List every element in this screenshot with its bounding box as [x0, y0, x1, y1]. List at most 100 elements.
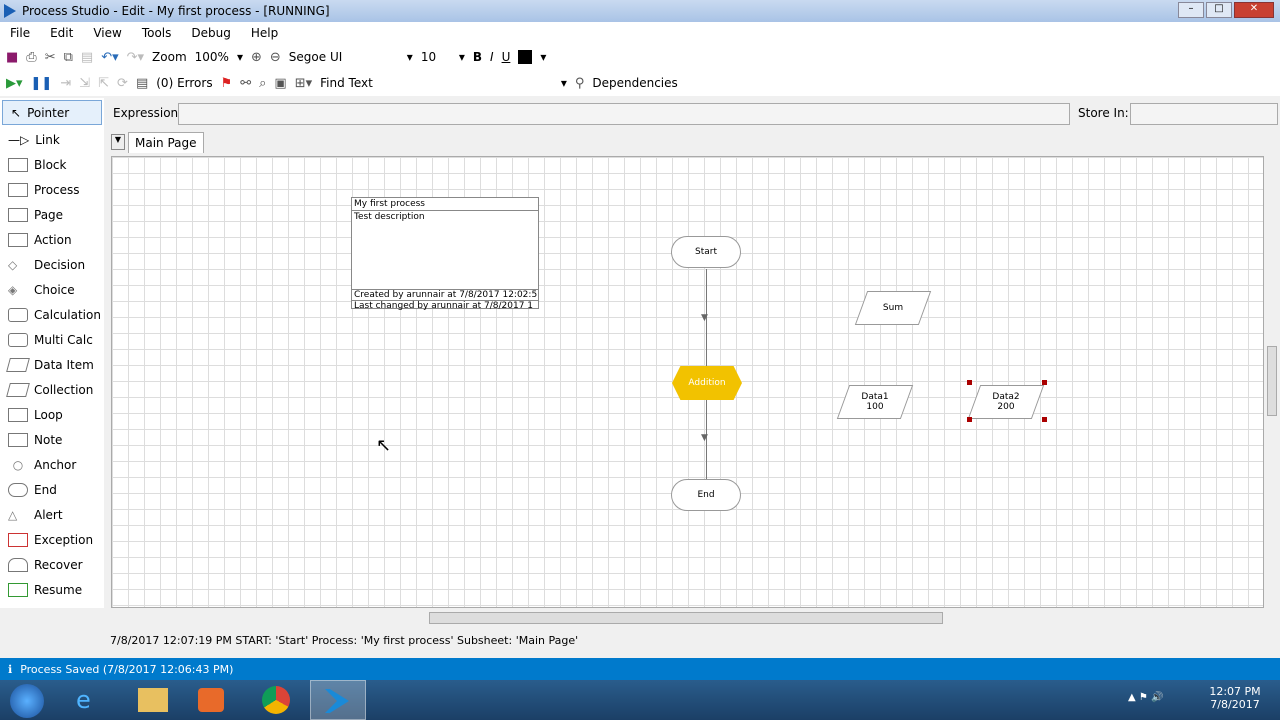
link-icon: —▷: [8, 132, 30, 147]
selection-handle[interactable]: [1042, 417, 1047, 422]
palette-block[interactable]: Block: [0, 152, 104, 177]
step-icon[interactable]: ⇥: [60, 76, 71, 91]
zoom-select[interactable]: 100%: [195, 50, 229, 64]
selection-handle[interactable]: [1042, 380, 1047, 385]
vertical-scrollbar[interactable]: [1264, 156, 1280, 608]
decision-icon: ◇: [8, 257, 18, 272]
collection-icon: [6, 382, 30, 397]
start-stage[interactable]: Start: [671, 236, 741, 268]
cut-icon[interactable]: ✂: [45, 50, 56, 65]
close-button[interactable]: ✕: [1234, 2, 1274, 18]
grid-icon[interactable]: ⊞▾: [295, 76, 312, 91]
data1-data-item[interactable]: Data1 100: [836, 385, 914, 419]
palette-decision[interactable]: ◇ Decision: [0, 252, 104, 277]
undo-icon[interactable]: ↶▾: [101, 50, 118, 65]
debug-toolbar: ▶▾ ❚❚ ⇥ ⇲ ⇱ ⟳ ▤ (0) Errors ⚑ ⚯ ⌕ ▣ ⊞▾ Fi…: [0, 70, 1280, 96]
zoom-in-icon[interactable]: ⊕: [251, 50, 262, 65]
palette-page[interactable]: Page: [0, 202, 104, 227]
print-icon[interactable]: ⎙: [26, 50, 36, 65]
addition-calculation-stage[interactable]: Addition: [672, 366, 742, 400]
log-message: 7/8/2017 12:07:19 PM START: 'Start' Proc…: [110, 634, 579, 647]
zoom-out-icon[interactable]: ⊖: [270, 50, 281, 65]
step-over-icon[interactable]: ⇲: [79, 76, 90, 91]
paste-icon[interactable]: ▤: [81, 50, 93, 65]
palette-alert[interactable]: △ Alert: [0, 502, 104, 527]
reset-icon[interactable]: ⟳: [117, 76, 128, 91]
explorer-icon[interactable]: [138, 688, 168, 712]
palette-note[interactable]: Note: [0, 427, 104, 452]
minimize-button[interactable]: –: [1178, 2, 1204, 18]
palette-recover[interactable]: Recover: [0, 552, 104, 577]
tool-palette: ↖ Pointer —▷ Link Block Process Page Actio…: [0, 98, 104, 608]
zoom-label: Zoom: [152, 50, 187, 64]
errors-button[interactable]: (0) Errors: [156, 76, 212, 90]
anchor-icon: ○: [12, 457, 24, 472]
process-canvas[interactable]: My first process Test description Create…: [111, 156, 1264, 608]
palette-collection[interactable]: Collection: [0, 377, 104, 402]
store-in-label: Store In:: [1078, 106, 1129, 120]
chrome-icon[interactable]: [262, 686, 290, 714]
clock[interactable]: 12:07 PM 7/8/2017: [1200, 685, 1270, 711]
pointer-icon: ↖: [11, 105, 22, 120]
save-icon[interactable]: ■: [6, 50, 18, 65]
end-stage[interactable]: End: [671, 479, 741, 511]
redo-icon[interactable]: ↷▾: [127, 50, 144, 65]
run-icon[interactable]: ▶▾: [6, 76, 23, 91]
tray-icons[interactable]: ▲ ⚑ 🔊: [1128, 692, 1163, 703]
selection-handle[interactable]: [967, 417, 972, 422]
copy-icon[interactable]: ⧉: [64, 50, 73, 65]
menu-tools[interactable]: Tools: [142, 26, 172, 40]
media-player-icon[interactable]: [198, 688, 224, 712]
find-text-input[interactable]: [380, 74, 553, 92]
process-studio-taskbar-button[interactable]: [310, 680, 366, 720]
palette-choice[interactable]: ◈ Choice: [0, 277, 104, 302]
palette-resume[interactable]: Resume: [0, 577, 104, 602]
menu-view[interactable]: View: [93, 26, 121, 40]
ie-icon[interactable]: e: [76, 686, 91, 714]
menu-edit[interactable]: Edit: [50, 26, 73, 40]
choice-icon: ◈: [8, 282, 18, 297]
find-icon[interactable]: ⌕: [259, 76, 266, 91]
start-button[interactable]: [10, 684, 44, 718]
palette-exception[interactable]: Exception: [0, 527, 104, 552]
palette-end[interactable]: End: [0, 477, 104, 502]
fit-icon[interactable]: ▣: [274, 76, 286, 91]
step-out-icon[interactable]: ⇱: [98, 76, 109, 91]
palette-action[interactable]: Action: [0, 227, 104, 252]
process-info-box[interactable]: My first process Test description Create…: [351, 197, 539, 311]
selection-handle[interactable]: [967, 380, 972, 385]
italic-button[interactable]: I: [490, 50, 494, 64]
horizontal-scrollbar[interactable]: [111, 610, 1264, 626]
watch-icon[interactable]: ⚯: [240, 76, 251, 91]
palette-process[interactable]: Process: [0, 177, 104, 202]
dependencies-button[interactable]: Dependencies: [592, 76, 677, 90]
palette-multi-calc[interactable]: Multi Calc: [0, 327, 104, 352]
sum-data-item[interactable]: Sum: [854, 291, 932, 325]
tab-main-page[interactable]: Main Page: [128, 132, 204, 153]
menu-file[interactable]: File: [10, 26, 30, 40]
underline-button[interactable]: U: [502, 50, 511, 64]
note-icon: [8, 432, 28, 447]
resume-icon: [8, 582, 28, 597]
font-select[interactable]: Segoe UI: [289, 50, 399, 64]
palette-anchor[interactable]: ○ Anchor: [0, 452, 104, 477]
palette-loop[interactable]: Loop: [0, 402, 104, 427]
store-in-input[interactable]: [1130, 103, 1278, 125]
breakpoint-icon[interactable]: ⚑: [221, 76, 233, 91]
expression-input[interactable]: [178, 103, 1070, 125]
bold-button[interactable]: B: [473, 50, 482, 64]
process-icon: [8, 182, 28, 197]
menu-debug[interactable]: Debug: [191, 26, 230, 40]
font-size-select[interactable]: 10: [421, 50, 451, 64]
palette-data-item[interactable]: Data Item: [0, 352, 104, 377]
color-picker[interactable]: [518, 50, 533, 64]
maximize-button[interactable]: □: [1206, 2, 1232, 18]
binoculars-icon[interactable]: ⚲: [575, 76, 585, 91]
pause-icon[interactable]: ❚❚: [31, 76, 53, 91]
data2-data-item[interactable]: Data2 200: [967, 385, 1045, 419]
palette-pointer[interactable]: ↖ Pointer: [2, 100, 102, 125]
page-dropdown-button[interactable]: ▼: [111, 134, 125, 150]
palette-calculation[interactable]: Calculation: [0, 302, 104, 327]
menu-help[interactable]: Help: [251, 26, 278, 40]
palette-link[interactable]: —▷ Link: [0, 127, 104, 152]
